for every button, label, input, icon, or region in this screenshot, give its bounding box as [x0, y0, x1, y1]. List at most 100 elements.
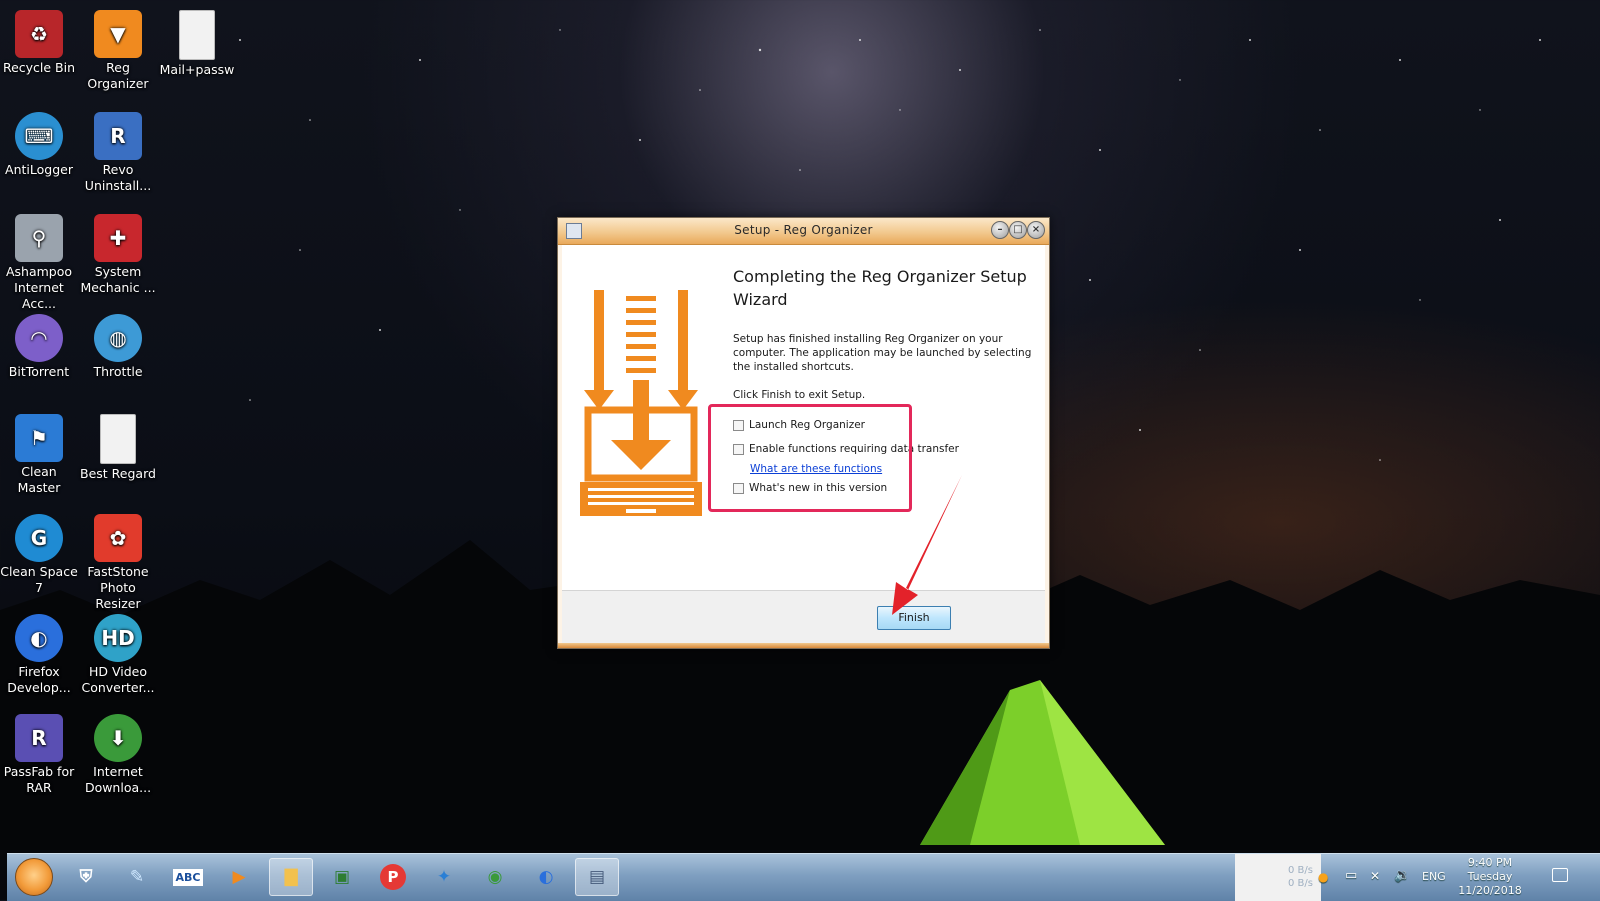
clock-time: 9:40 PM — [1467, 856, 1513, 869]
firefox-icon: ◐ — [15, 614, 63, 662]
antilogger-icon: ⌨ — [15, 112, 63, 160]
reg-organizer-icon: ▼ — [94, 10, 142, 58]
volume-icon[interactable]: 🔉 — [1394, 868, 1410, 883]
desktop-icon-label: Throttle — [93, 364, 143, 379]
internet-download-manager-icon: ◉ — [487, 867, 503, 887]
language-indicator[interactable]: ENG — [1422, 870, 1446, 883]
desktop-icon-system-mechanic[interactable]: ✚ System Mechanic ... — [79, 208, 157, 296]
clean-master-icon: ⚑ — [15, 414, 63, 462]
desktop-icon-label: Mail+passw — [159, 62, 235, 77]
taskbar-app-media-player[interactable]: ▶ — [217, 858, 261, 896]
desktop-icon-label: AntiLogger — [5, 162, 73, 177]
desktop-icon-clean-master[interactable]: ⚑ Clean Master — [0, 408, 78, 496]
throttle-icon: ◍ — [94, 314, 142, 362]
battery-icon[interactable]: ▭ — [1345, 868, 1357, 883]
download-speed: 0 B/s — [1288, 878, 1313, 889]
desktop-icon-label: Reg Organizer — [87, 60, 149, 91]
hd-video-converter-icon: HD — [94, 614, 142, 662]
faststone-icon: ✿ — [94, 514, 142, 562]
pen-icon: ✎ — [129, 867, 145, 887]
start-button[interactable] — [15, 858, 53, 896]
desktop-icon-throttle[interactable]: ◍ Throttle — [79, 308, 157, 380]
desktop-icon-passfab[interactable]: R PassFab for RAR — [0, 708, 78, 796]
text-file-icon — [100, 414, 136, 464]
action-center-icon[interactable] — [1552, 868, 1568, 882]
taskbar-app-internet-download-manager[interactable]: ◉ — [473, 858, 517, 896]
firefox-icon: ◐ — [538, 867, 554, 887]
taskbar-app-shield[interactable]: ⛨ — [64, 858, 108, 896]
red-arrow-annotation — [892, 475, 962, 615]
desktop-icon-label: Recycle Bin — [2, 60, 76, 75]
desktop-icon-faststone[interactable]: ✿ FastStone Photo Resizer — [79, 508, 157, 612]
p-app-icon: P — [380, 864, 406, 890]
desktop-icon-reg-organizer[interactable]: ▼ Reg Organizer — [79, 4, 157, 92]
wizard-footer: Finish — [562, 590, 1045, 643]
desktop-icon-mail-passw[interactable]: Mail+passw — [158, 4, 236, 78]
desktop-icon-recycle-bin[interactable]: ♻ Recycle Bin — [0, 4, 78, 76]
taskbar-app-firefox[interactable]: ◐ — [524, 858, 568, 896]
desktop-icon-revo-uninstaller[interactable]: R Revo Uninstall... — [79, 106, 157, 194]
taskbar-app-pen[interactable]: ✎ — [115, 858, 159, 896]
window-bottom-border — [558, 643, 1049, 648]
finish-instruction: Click Finish to exit Setup. — [733, 389, 866, 401]
system-mechanic-icon: ✚ — [94, 214, 142, 262]
desktop-icon-label: Revo Uninstall... — [84, 162, 152, 193]
finish-message: Setup has finished installing Reg Organi… — [733, 333, 1032, 373]
desktop-icon-internet-download-manager[interactable]: ⬇ Internet Downloa... — [79, 708, 157, 796]
desktop-icon-best-regard[interactable]: Best Regard — [79, 408, 157, 482]
revo-uninstaller-icon: R — [94, 112, 142, 160]
network-disconnected-icon[interactable]: ✕ — [1370, 869, 1380, 883]
tent-illustration — [920, 680, 1165, 845]
desktop-icon-clean-space[interactable]: G Clean Space 7 — [0, 508, 78, 596]
install-download-illustration — [580, 290, 702, 516]
shield-icon: ⛨ — [79, 867, 93, 887]
clock[interactable]: 9:40 PM Tuesday 11/20/2018 — [1455, 856, 1525, 898]
desktop-icon-label: Firefox Develop... — [7, 664, 71, 695]
taskbar-app-screenshot-tool[interactable]: ▣ — [320, 858, 364, 896]
maximize-button[interactable]: □ — [1009, 221, 1027, 239]
desktop-icon-label: FastStone Photo Resizer — [87, 564, 149, 611]
desktop-icon-antilogger[interactable]: ⌨ AntiLogger — [0, 106, 78, 178]
desktop-icon-label: Clean Space 7 — [0, 564, 78, 595]
upload-speed: 0 B/s — [1288, 865, 1313, 876]
text-file-icon — [179, 10, 215, 60]
window-title: Setup - Reg Organizer — [734, 223, 873, 237]
taskbar-app-network[interactable]: ✦ — [422, 858, 466, 896]
taskbar-app-setup[interactable]: ▤ — [575, 858, 619, 896]
options-highlight-box — [708, 404, 912, 512]
desktop-icon-label: Internet Downloa... — [84, 764, 152, 795]
desktop-icon-label: PassFab for RAR — [3, 764, 75, 795]
desktop-icon-label: Best Regard — [80, 466, 156, 481]
clock-date: 11/20/2018 — [1458, 884, 1522, 897]
taskbar-app-p[interactable]: P — [371, 858, 415, 896]
recycle-bin-icon: ♻ — [15, 10, 63, 58]
tray-orange-icon[interactable]: ● — [1318, 870, 1328, 884]
minimize-button[interactable]: – — [991, 221, 1009, 239]
media-player-icon: ▶ — [232, 867, 246, 887]
taskbar-app-file-explorer[interactable]: ▇ — [269, 858, 313, 896]
screenshot-tool-icon: ▣ — [333, 867, 351, 887]
ashampoo-icon: ⚲ — [15, 214, 63, 262]
desktop-icon-label: HD Video Converter... — [81, 664, 155, 695]
desktop-icon-label: BitTorrent — [8, 364, 70, 379]
desktop-icon-hd-video-converter[interactable]: HD HD Video Converter... — [79, 608, 157, 696]
clean-space-icon: G — [15, 514, 63, 562]
desktop-icon-label: Ashampoo Internet Acc... — [5, 264, 73, 311]
clock-day: Tuesday — [1467, 870, 1513, 883]
desktop-icon-bittorrent[interactable]: ◠ BitTorrent — [0, 308, 78, 380]
desktop-icon-label: Clean Master — [17, 464, 61, 495]
abc-icon: ABC — [172, 868, 204, 886]
taskbar-app-abc[interactable]: ABC — [166, 858, 210, 896]
network-app-icon: ✦ — [436, 867, 452, 887]
internet-download-manager-icon: ⬇ — [94, 714, 142, 762]
setup-icon: ▤ — [588, 867, 606, 887]
network-speed-widget[interactable]: 0 B/s 0 B/s — [1235, 854, 1321, 901]
desktop-icon-label: System Mechanic ... — [80, 264, 156, 295]
desktop-icon-firefox-developer[interactable]: ◐ Firefox Develop... — [0, 608, 78, 696]
desktop-icon-ashampoo[interactable]: ⚲ Ashampoo Internet Acc... — [0, 208, 78, 312]
close-button[interactable]: × — [1027, 221, 1045, 239]
window-titlebar[interactable]: Setup - Reg Organizer – □ × — [558, 218, 1049, 245]
passfab-icon: R — [15, 714, 63, 762]
file-explorer-icon: ▇ — [284, 867, 298, 887]
wizard-heading: Completing the Reg Organizer Setup Wizar… — [733, 267, 1027, 309]
